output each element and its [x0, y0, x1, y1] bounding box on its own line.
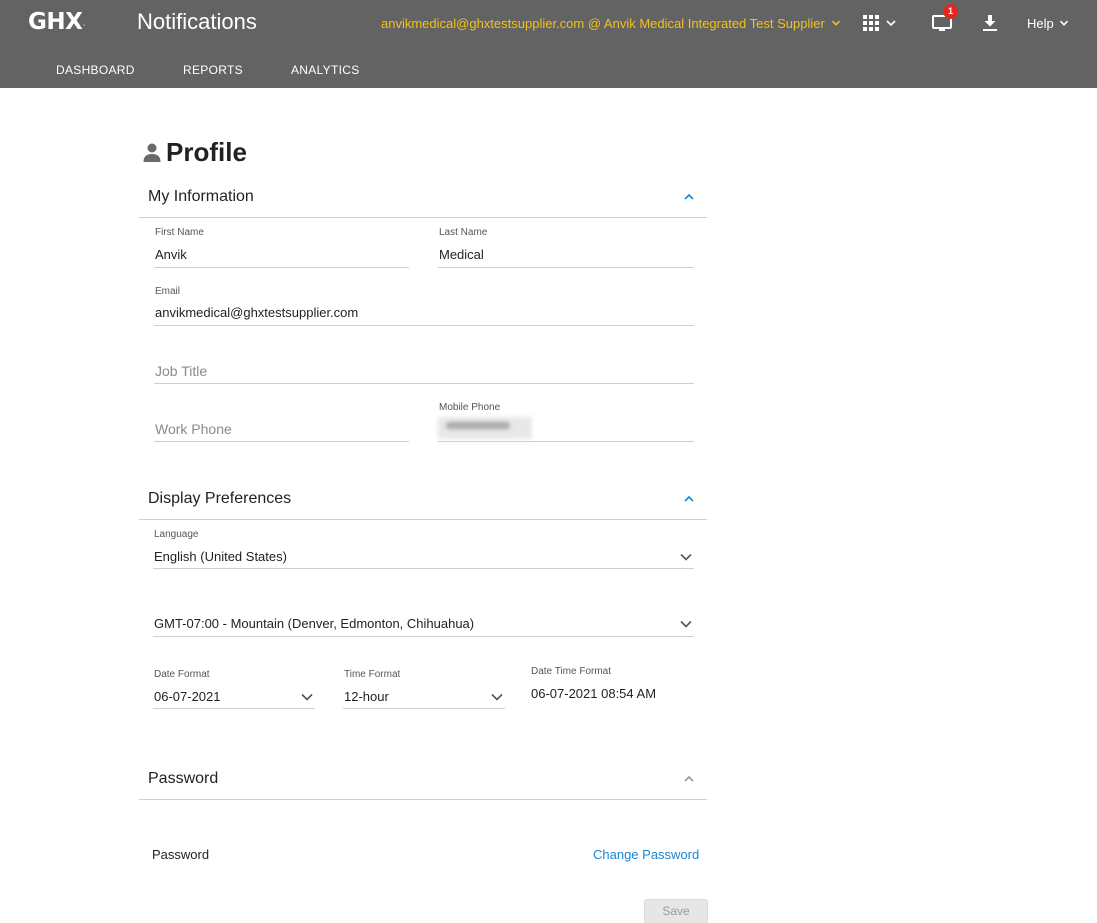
- date-time-format-label: Date Time Format: [531, 666, 612, 677]
- last-name-label: Last Name: [439, 227, 488, 238]
- change-password-link[interactable]: Change Password: [593, 847, 699, 862]
- first-name-value: Anvik: [155, 247, 187, 262]
- email-field[interactable]: Email anvikmedical@ghxtestsupplier.com: [154, 286, 694, 326]
- date-time-format-value: 06-07-2021 08:54 AM: [531, 686, 657, 701]
- chevron-down-icon: [491, 693, 503, 701]
- chevron-down-icon: [1059, 20, 1068, 26]
- display-preferences-header[interactable]: Display Preferences: [139, 480, 707, 520]
- language-value: English (United States): [154, 549, 287, 564]
- save-button[interactable]: Save: [644, 899, 708, 923]
- mobile-phone-redacted-value: [438, 417, 532, 439]
- notification-badge: 1: [943, 4, 958, 19]
- work-phone-field: [154, 408, 409, 442]
- timezone-select[interactable]: GMT-07:00 - Mountain (Denver, Edmonton, …: [153, 610, 694, 637]
- job-title-field: [154, 350, 694, 384]
- chevron-up-icon[interactable]: [683, 773, 695, 785]
- nav-analytics[interactable]: ANALYTICS: [291, 54, 360, 86]
- language-select[interactable]: Language English (United States): [153, 529, 694, 569]
- time-format-select[interactable]: Time Format 12-hour: [343, 669, 505, 709]
- chevron-up-icon[interactable]: [683, 493, 695, 505]
- password-title: Password: [148, 770, 219, 787]
- work-phone-input[interactable]: [154, 420, 404, 438]
- apps-menu-button[interactable]: [857, 12, 903, 34]
- help-menu[interactable]: Help: [1027, 13, 1069, 33]
- date-format-label: Date Format: [154, 669, 210, 680]
- last-name-field[interactable]: Last Name Medical: [438, 227, 694, 268]
- chevron-down-icon: [680, 553, 692, 561]
- app-title: Notifications: [137, 9, 257, 34]
- account-name: anvikmedical@ghxtestsupplier.com @ Anvik…: [381, 15, 825, 31]
- grid-icon: [863, 15, 879, 31]
- chevron-down-icon: [301, 693, 313, 701]
- account-menu[interactable]: anvikmedical@ghxtestsupplier.com @ Anvik…: [381, 13, 841, 33]
- time-format-value: 12-hour: [344, 689, 389, 704]
- date-format-select[interactable]: Date Format 06-07-2021: [153, 669, 315, 709]
- date-time-format-display: Date Time Format 06-07-2021 08:54 AM: [531, 666, 656, 701]
- email-label: Email: [155, 286, 181, 297]
- time-format-label: Time Format: [344, 669, 401, 680]
- nav-reports[interactable]: REPORTS: [183, 54, 243, 86]
- timezone-value: GMT-07:00 - Mountain (Denver, Edmonton, …: [154, 616, 475, 631]
- email-value: anvikmedical@ghxtestsupplier.com: [155, 305, 359, 320]
- notifications-button[interactable]: 1: [929, 4, 958, 36]
- page-title: Profile: [142, 136, 247, 168]
- download-icon: [983, 15, 997, 31]
- page-heading: Profile: [166, 136, 247, 167]
- ghx-logo[interactable]: GHX.: [28, 9, 86, 35]
- password-header[interactable]: Password: [139, 760, 707, 800]
- download-button[interactable]: [979, 11, 1001, 35]
- chevron-up-icon[interactable]: [683, 191, 695, 203]
- mobile-phone-label: Mobile Phone: [439, 402, 501, 413]
- chevron-down-icon: [886, 20, 896, 27]
- nav-dashboard[interactable]: DASHBOARD: [56, 54, 135, 86]
- chevron-down-icon: [680, 620, 692, 628]
- chevron-down-icon: [831, 20, 840, 26]
- first-name-field[interactable]: First Name Anvik: [154, 227, 409, 268]
- password-label: Password: [152, 847, 210, 862]
- language-label: Language: [154, 529, 199, 540]
- display-preferences-title: Display Preferences: [148, 490, 292, 507]
- date-format-value: 06-07-2021: [154, 689, 221, 704]
- first-name-label: First Name: [155, 227, 204, 238]
- job-title-input[interactable]: [154, 362, 684, 380]
- person-icon: [143, 143, 161, 162]
- my-information-header[interactable]: My Information: [139, 178, 707, 218]
- mobile-phone-field[interactable]: Mobile Phone: [438, 402, 694, 442]
- my-information-title: My Information: [148, 188, 254, 205]
- top-header: GHX. Notifications anvikmedical@ghxtests…: [0, 0, 1097, 88]
- last-name-value: Medical: [439, 247, 484, 262]
- help-label: Help: [1027, 15, 1054, 31]
